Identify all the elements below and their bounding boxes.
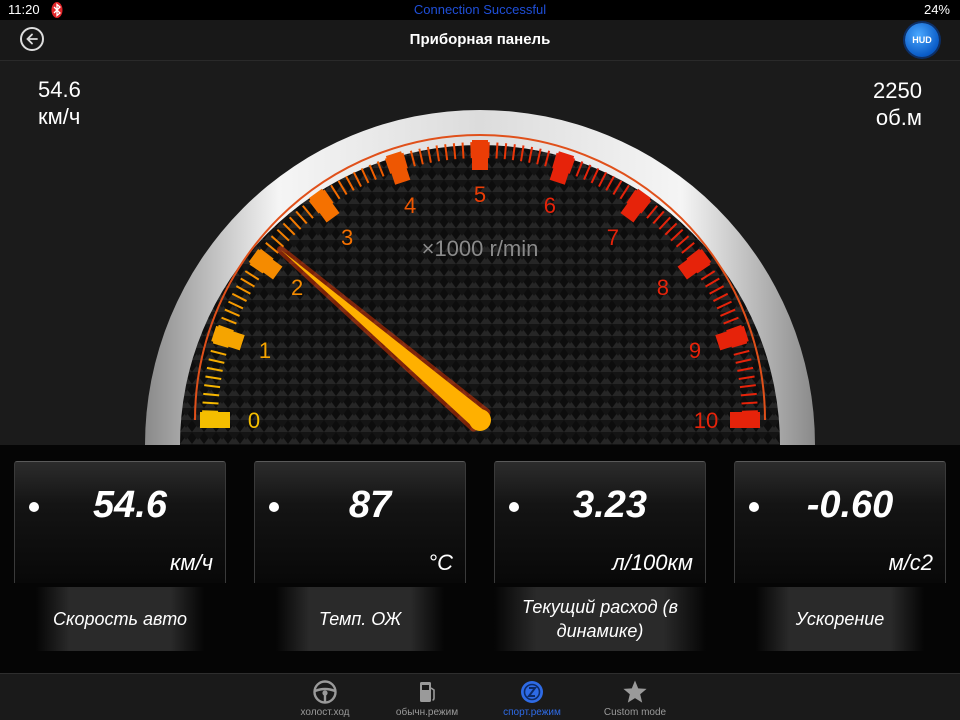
- star-icon: [623, 680, 647, 703]
- gauge-tick-label: 0: [248, 408, 260, 433]
- nav-bar: Приборная панель HUD: [0, 20, 960, 61]
- gauge-tick-label: 6: [544, 193, 556, 218]
- gauge-minor-tick: [741, 410, 758, 413]
- tachometer-gauge: 0 1 2 3 4 5 6 7 8 9 10 ×1000 r/min: [0, 60, 960, 445]
- metric-card-display: 54.6 км/ч: [14, 461, 226, 583]
- gauge-major-tick: [549, 151, 575, 185]
- sport-mode-icon: [521, 681, 543, 703]
- gauge-minor-tick: [495, 142, 499, 159]
- fuel-pump-icon: [420, 682, 435, 702]
- indicator-dot: [509, 502, 519, 512]
- tab-label: холост.ход: [300, 707, 350, 718]
- metric-card-display: 3.23 л/100км: [494, 461, 706, 583]
- tab-custom-mode[interactable]: Custom mode: [580, 674, 690, 720]
- hud-label: HUD: [912, 35, 932, 45]
- metric-label: Темп. ОЖ: [276, 587, 444, 651]
- tab-sport-mode[interactable]: спорт.режим: [477, 674, 587, 720]
- indicator-dot: [269, 502, 279, 512]
- page-title: Приборная панель: [409, 31, 551, 48]
- gauge-tick-label: 3: [341, 225, 353, 250]
- metric-label: Скорость авто: [36, 587, 204, 651]
- gauge-tick-label: 9: [689, 338, 701, 363]
- metric-unit: км/ч: [170, 550, 213, 575]
- gauge-tick-label: 5: [474, 182, 486, 207]
- metric-card-speed[interactable]: 54.6 км/ч Скорость авто: [14, 461, 226, 653]
- metric-value: -0.60: [806, 484, 894, 526]
- gauge-minor-tick: [202, 401, 219, 405]
- gauge-major-tick: [211, 325, 245, 351]
- tab-label: спорт.режим: [503, 707, 561, 718]
- metric-label: Текущий расход (в динамике): [494, 587, 706, 651]
- hud-button[interactable]: HUD: [905, 23, 939, 57]
- indicator-dot: [749, 502, 759, 512]
- metric-label: Ускорение: [756, 587, 924, 651]
- metric-value: 87: [348, 484, 392, 526]
- gauge-minor-tick: [202, 410, 219, 413]
- gauge-tick-label: 1: [259, 338, 271, 363]
- gauge-tick-label: 4: [404, 193, 416, 218]
- metric-value: 3.23: [573, 484, 647, 526]
- metric-unit: л/100км: [612, 550, 693, 575]
- metric-value: 54.6: [93, 484, 167, 526]
- steering-wheel-icon: [313, 680, 337, 704]
- gauge-tick-label: 8: [657, 275, 669, 300]
- gauge-major-tick: [385, 151, 411, 185]
- gauge-major-tick: [715, 325, 749, 351]
- tab-normal-mode[interactable]: обычн.режим: [372, 674, 482, 720]
- gauge-tick-label: 10: [694, 408, 718, 433]
- status-bar: 11:20 Connection Successful 24%: [0, 0, 960, 20]
- metric-unit: °C: [428, 550, 453, 575]
- tachometer-svg: 0 1 2 3 4 5 6 7 8 9 10 ×1000 r/min: [145, 110, 815, 445]
- gauge-minor-tick: [741, 401, 758, 405]
- metric-card-display: 87 °C: [254, 461, 466, 583]
- gauge-minor-tick: [487, 142, 490, 159]
- gauge-minor-tick: [461, 142, 465, 159]
- needle-hub: [469, 409, 491, 431]
- indicator-dot: [29, 502, 39, 512]
- metric-card-fuel-consumption[interactable]: 3.23 л/100км Текущий расход (в динамике): [494, 461, 706, 653]
- gauge-unit-label: ×1000 r/min: [422, 236, 539, 261]
- metric-card-acceleration[interactable]: -0.60 м/с2 Ускорение: [734, 461, 946, 653]
- metric-card-display: -0.60 м/с2: [734, 461, 946, 583]
- tab-label: обычн.режим: [395, 707, 459, 718]
- tab-idle-mode[interactable]: холост.ход: [270, 674, 380, 720]
- mode-tab-bar: холост.ход обычн.режим спорт.режим Custo…: [0, 673, 960, 720]
- gauge-minor-tick: [470, 142, 473, 159]
- metric-unit: м/с2: [888, 550, 933, 575]
- metric-card-coolant-temp[interactable]: 87 °C Темп. ОЖ: [254, 461, 466, 653]
- battery-level: 24%: [923, 2, 950, 17]
- gauge-tick-label: 7: [607, 225, 619, 250]
- tab-label: Custom mode: [603, 707, 667, 718]
- connection-status: Connection Successful: [413, 2, 547, 17]
- dashboard-screen: 11:20 Connection Successful 24% Приборна…: [0, 0, 960, 720]
- gauge-tick-label: 2: [291, 275, 303, 300]
